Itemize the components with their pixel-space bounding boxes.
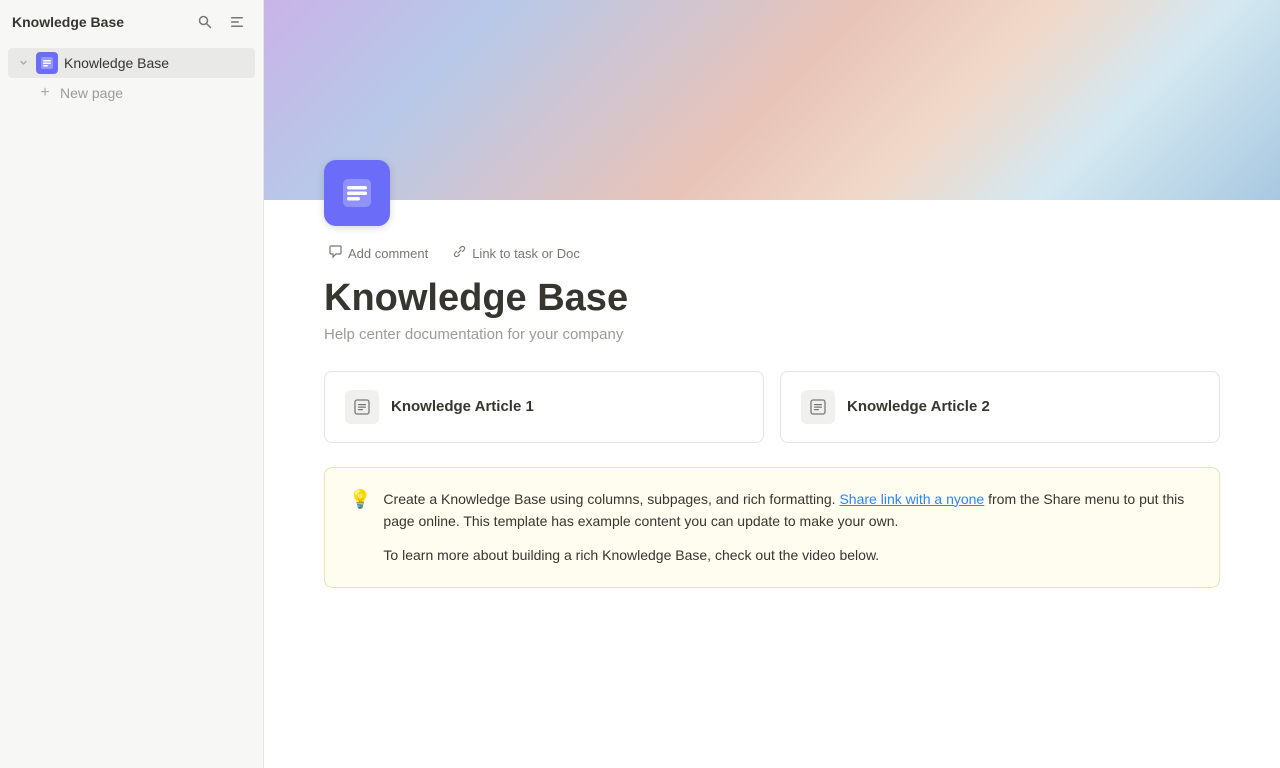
sidebar-header: Knowledge Base: [0, 0, 263, 44]
plus-icon: +: [36, 84, 54, 102]
search-button[interactable]: [191, 8, 219, 36]
add-comment-button[interactable]: Add comment: [324, 242, 432, 264]
article-card-1-title: Knowledge Article 1: [391, 398, 534, 415]
page-icon: [324, 160, 390, 226]
new-page-item[interactable]: + New page: [28, 78, 255, 108]
add-comment-label: Add comment: [348, 246, 428, 261]
collapse-sidebar-button[interactable]: [223, 8, 251, 36]
bulb-icon: 💡: [349, 489, 371, 567]
link-button[interactable]: Link to task or Doc: [448, 242, 584, 264]
info-box: 💡 Create a Knowledge Base using columns,…: [324, 467, 1220, 588]
article-card-1[interactable]: Knowledge Article 1: [324, 371, 764, 443]
page-content: Knowledge Article 1 Knowledge Article 2 …: [264, 355, 1280, 768]
article-cards: Knowledge Article 1 Knowledge Article 2: [324, 371, 1220, 443]
sidebar: Knowledge Base: [0, 0, 264, 768]
info-box-inner: 💡 Create a Knowledge Base using columns,…: [349, 488, 1195, 567]
page-toolbar: Add comment Link to task or Doc: [264, 234, 1280, 272]
info-text: Create a Knowledge Base using columns, s…: [383, 488, 1195, 567]
link-icon: [452, 244, 467, 262]
article-card-2-title: Knowledge Article 2: [847, 398, 990, 415]
article-icon-1: [345, 390, 379, 424]
info-intro: Create a Knowledge Base using columns, s…: [383, 491, 839, 507]
page-title-area: Knowledge Base Help center documentation…: [264, 272, 1280, 355]
chevron-icon: [16, 56, 30, 70]
sidebar-nav: Knowledge Base + New page: [0, 44, 263, 112]
page-subtitle: Help center documentation for your compa…: [324, 326, 1220, 343]
page-title: Knowledge Base: [324, 276, 1220, 322]
sidebar-item-label: Knowledge Base: [64, 55, 169, 71]
comment-icon: [328, 244, 343, 262]
sidebar-title: Knowledge Base: [12, 14, 124, 30]
knowledge-base-icon: [36, 52, 58, 74]
article-icon-2: [801, 390, 835, 424]
collapse-icon: [229, 14, 245, 30]
article-card-2[interactable]: Knowledge Article 2: [780, 371, 1220, 443]
link-label: Link to task or Doc: [472, 246, 580, 261]
info-paragraph-2: To learn more about building a rich Know…: [383, 544, 1195, 566]
info-paragraph-1: Create a Knowledge Base using columns, s…: [383, 488, 1195, 533]
page-icon-wrapper: [264, 160, 1280, 226]
new-page-label: New page: [60, 85, 123, 101]
sidebar-header-icons: [191, 8, 251, 36]
main-content: Add comment Link to task or Doc Knowledg…: [264, 0, 1280, 768]
search-icon: [197, 14, 213, 30]
share-link[interactable]: Share link with a nyone: [839, 491, 984, 507]
sidebar-item-knowledge-base[interactable]: Knowledge Base: [8, 48, 255, 78]
